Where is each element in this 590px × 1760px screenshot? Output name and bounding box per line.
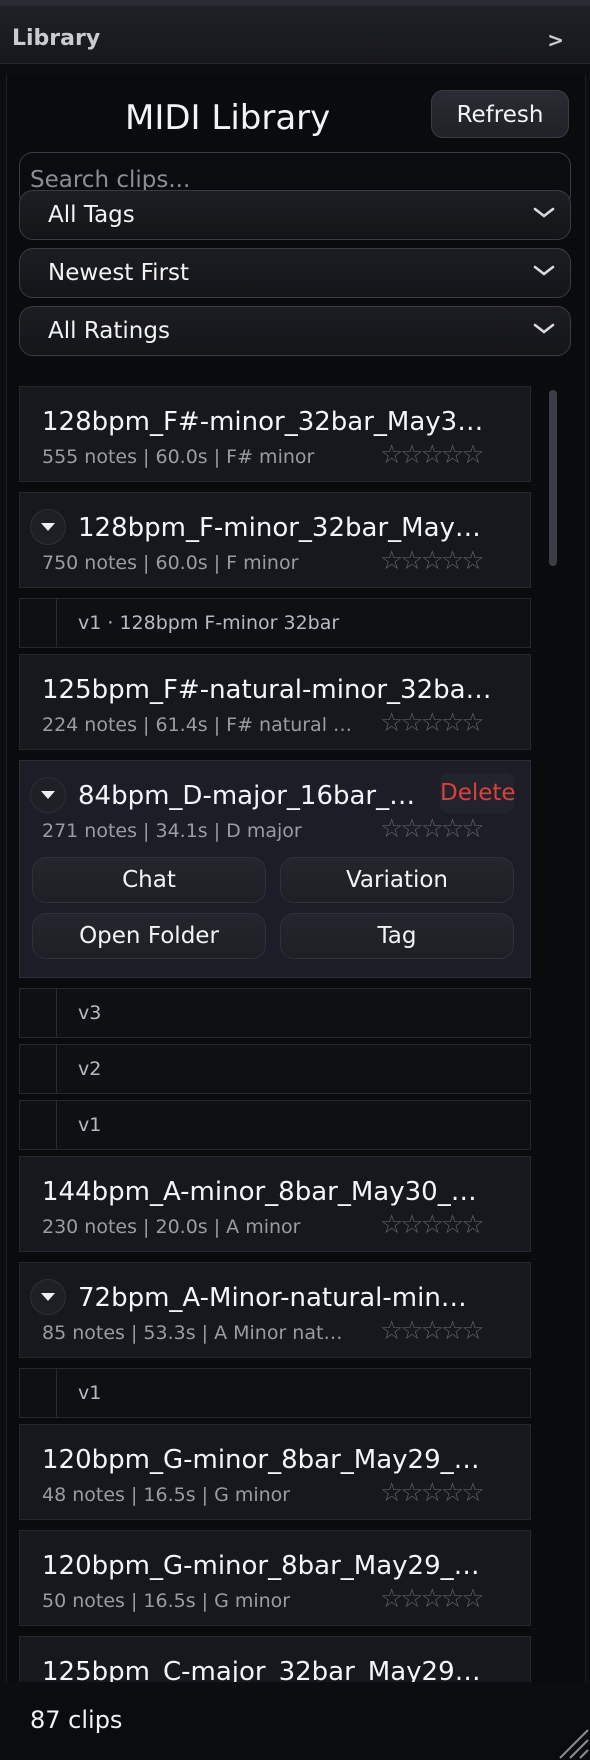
rating-stars[interactable]: ☆☆☆☆☆	[380, 1584, 485, 1614]
clip-card[interactable]: 120bpm_G-minor_8bar_May29_… 48 notes | 1…	[19, 1424, 531, 1520]
rating-stars[interactable]: ☆☆☆☆☆	[380, 814, 485, 844]
clip-card[interactable]: 120bpm_G-minor_8bar_May29_… 50 notes | 1…	[19, 1530, 531, 1626]
library-panel-header: Library >	[0, 0, 590, 64]
version-row[interactable]: v2	[19, 1044, 531, 1094]
chevron-down-icon	[533, 323, 555, 334]
chat-button[interactable]: Chat	[32, 857, 266, 903]
clip-meta: 230 notes | 20.0s | A minor	[42, 1216, 301, 1238]
clip-meta: 271 notes | 34.1s | D major	[42, 820, 302, 842]
ratings-filter-dropdown[interactable]: All Ratings	[19, 306, 571, 356]
caret-down-icon	[41, 791, 55, 799]
ratings-filter-value: All Ratings	[48, 318, 170, 344]
rating-stars[interactable]: ☆☆☆☆☆	[380, 546, 485, 576]
version-row[interactable]: v1 · 128bpm F-minor 32bar	[19, 598, 531, 648]
clip-meta: 224 notes | 61.4s | F# natural …	[42, 714, 353, 736]
clip-title: 84bpm_D-major_16bar_…	[78, 781, 416, 811]
caret-down-icon	[41, 1293, 55, 1301]
version-label: v2	[78, 1058, 102, 1080]
clip-meta: 555 notes | 60.0s | F# minor	[42, 446, 315, 468]
version-row[interactable]: v3	[19, 988, 531, 1038]
version-label: v1 · 128bpm F-minor 32bar	[78, 612, 340, 634]
chevron-down-icon	[533, 265, 555, 276]
clip-card[interactable]: 72bpm_A-Minor-natural-min… 85 notes | 53…	[19, 1262, 531, 1358]
rating-stars[interactable]: ☆☆☆☆☆	[380, 1478, 485, 1508]
sort-dropdown[interactable]: Newest First	[19, 248, 571, 298]
version-indent	[56, 599, 57, 647]
version-label: v1	[78, 1382, 102, 1404]
clip-title: 120bpm_G-minor_8bar_May29_…	[42, 1551, 480, 1581]
expand-toggle-button[interactable]	[30, 777, 66, 813]
variation-button[interactable]: Variation	[280, 857, 514, 903]
version-indent	[56, 989, 57, 1037]
clip-title: 125bpm_C-major_32bar_May29…	[42, 1657, 481, 1682]
chevron-down-icon	[533, 207, 555, 218]
version-indent	[56, 1101, 57, 1149]
version-indent	[56, 1369, 57, 1417]
caret-down-icon	[41, 523, 55, 531]
tag-button[interactable]: Tag	[280, 913, 514, 959]
clip-meta: 50 notes | 16.5s | G minor	[42, 1590, 291, 1612]
clip-count: 87 clips	[30, 1706, 123, 1734]
clip-meta: 48 notes | 16.5s | G minor	[42, 1484, 291, 1506]
open-folder-button[interactable]: Open Folder	[32, 913, 266, 959]
clip-title: 72bpm_A-Minor-natural-min…	[78, 1283, 467, 1313]
clip-title: 144bpm_A-minor_8bar_May30_…	[42, 1177, 477, 1207]
rating-stars[interactable]: ☆☆☆☆☆	[380, 1210, 485, 1240]
tags-filter-dropdown[interactable]: All Tags	[19, 190, 571, 240]
resize-grip-icon[interactable]	[550, 1720, 590, 1760]
clip-meta: 85 notes | 53.3s | A Minor nat…	[42, 1322, 343, 1344]
clip-card-expanded[interactable]: 84bpm_D-major_16bar_… Delete 271 notes |…	[19, 760, 531, 978]
rating-stars[interactable]: ☆☆☆☆☆	[380, 708, 485, 738]
scrollbar-thumb[interactable]	[549, 390, 557, 566]
version-label: v3	[78, 1002, 102, 1024]
version-label: v1	[78, 1114, 102, 1136]
clip-card[interactable]: 125bpm_C-major_32bar_May29…	[19, 1636, 531, 1682]
panel-title: Library	[12, 26, 101, 51]
status-bar: 87 clips	[0, 1690, 590, 1760]
delete-button[interactable]: Delete	[440, 773, 516, 813]
rating-stars[interactable]: ☆☆☆☆☆	[380, 440, 485, 470]
clip-card[interactable]: 125bpm_F#-natural-minor_32ba… 224 notes …	[19, 654, 531, 750]
clip-title: 125bpm_F#-natural-minor_32ba…	[42, 675, 492, 705]
clip-meta: 750 notes | 60.0s | F minor	[42, 552, 299, 574]
clip-card[interactable]: 144bpm_A-minor_8bar_May30_… 230 notes | …	[19, 1156, 531, 1252]
expand-toggle-button[interactable]	[30, 1279, 66, 1315]
version-indent	[56, 1045, 57, 1093]
sort-value: Newest First	[48, 260, 190, 286]
expand-toggle-button[interactable]	[30, 509, 66, 545]
midi-library-panel: MIDI Library Refresh All Tags Newest Fir…	[6, 74, 586, 1682]
rating-stars[interactable]: ☆☆☆☆☆	[380, 1316, 485, 1346]
tags-filter-value: All Tags	[48, 202, 135, 228]
version-row[interactable]: v1	[19, 1368, 531, 1418]
clip-card[interactable]: 128bpm_F#-minor_32bar_May3… 555 notes | …	[19, 386, 531, 482]
collapse-arrow-icon[interactable]: >	[547, 28, 564, 52]
page-title: MIDI Library	[125, 98, 331, 138]
clip-list[interactable]: 128bpm_F#-minor_32bar_May3… 555 notes | …	[19, 386, 537, 1682]
version-row[interactable]: v1	[19, 1100, 531, 1150]
clip-title: 128bpm_F#-minor_32bar_May3…	[42, 407, 484, 437]
refresh-button[interactable]: Refresh	[431, 90, 569, 138]
clip-title: 128bpm_F-minor_32bar_May…	[78, 513, 481, 543]
clip-card[interactable]: 128bpm_F-minor_32bar_May… 750 notes | 60…	[19, 492, 531, 588]
clip-title: 120bpm_G-minor_8bar_May29_…	[42, 1445, 480, 1475]
